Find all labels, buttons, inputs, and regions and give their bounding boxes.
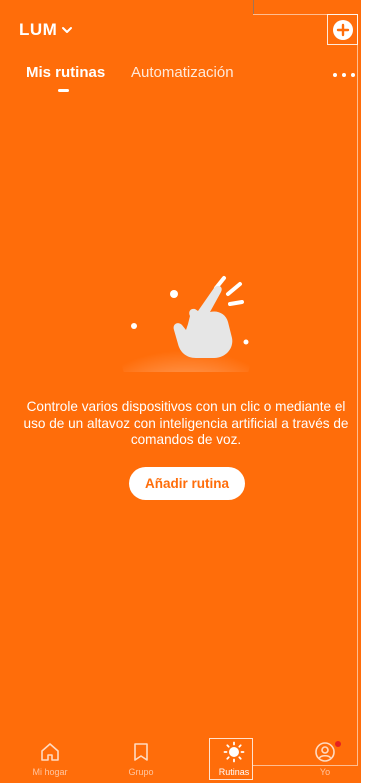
more-options-button[interactable] <box>333 70 355 80</box>
plus-circle-icon <box>332 19 353 40</box>
bookmark-icon <box>134 743 148 761</box>
dot <box>351 73 355 77</box>
home-name: LUM <box>19 20 58 39</box>
guide-box <box>253 14 358 766</box>
tab-my-routines[interactable]: Mis rutinas <box>26 64 105 81</box>
routines-screen: LUM Mis rutinas Automatización Controle … <box>0 0 361 783</box>
bottom-navigation: Mi hogar Grupo Rutinas Yo <box>0 735 361 783</box>
top-bar: LUM <box>0 14 361 48</box>
add-button[interactable] <box>327 14 358 45</box>
house-icon <box>41 743 59 761</box>
nav-label-me: Yo <box>319 767 331 777</box>
nav-item-routines[interactable]: Rutinas <box>199 741 269 783</box>
chevron-down-icon <box>62 27 73 33</box>
nav-item-me[interactable]: Yo <box>290 741 360 783</box>
notification-badge <box>335 741 341 747</box>
dot <box>342 73 346 77</box>
active-tab-indicator <box>58 89 69 92</box>
nav-item-group[interactable]: Grupo <box>106 741 176 783</box>
tab-automation[interactable]: Automatización <box>131 64 234 81</box>
nav-label-home: Mi hogar <box>32 767 68 777</box>
user-icon <box>315 742 335 762</box>
nav-label-routines: Rutinas <box>218 767 250 777</box>
nav-label-group: Grupo <box>128 767 154 777</box>
tab-bar: Mis rutinas Automatización <box>0 64 361 94</box>
nav-item-home[interactable]: Mi hogar <box>15 741 85 783</box>
sun-icon <box>223 741 245 763</box>
empty-state-description: Controle varios dispositivos con un clic… <box>23 399 349 447</box>
add-routine-button[interactable]: Añadir rutina <box>129 467 245 500</box>
tap-hand-illustration <box>122 276 250 372</box>
dot <box>333 73 337 77</box>
home-selector[interactable]: LUM <box>19 20 73 40</box>
guide-line <box>253 0 254 14</box>
